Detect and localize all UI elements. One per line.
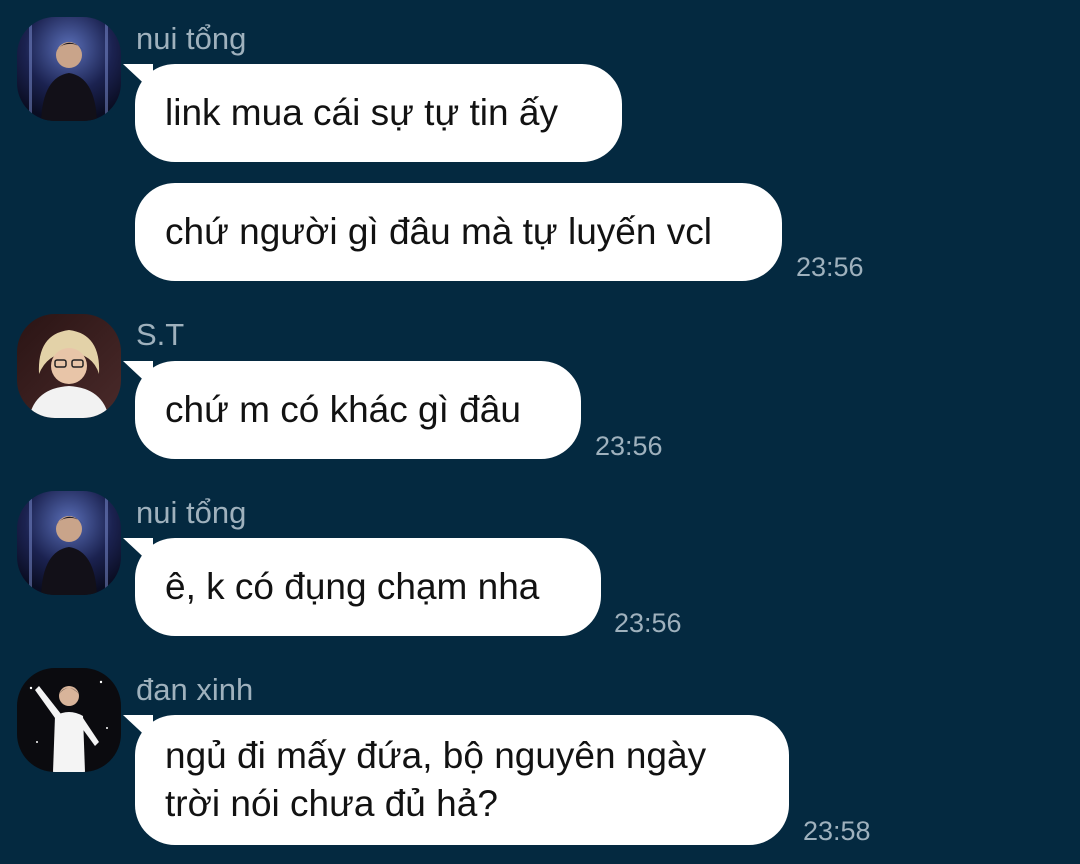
user-avatar[interactable] [17, 17, 121, 121]
message-text-line: trời nói chưa đủ hả? [165, 783, 498, 824]
message-timestamp: 23:58 [803, 816, 871, 846]
message-bubble[interactable]: ngủ đi mấy đứa, bộ nguyên ngày trời nói … [135, 715, 789, 845]
user-avatar-dark-stage-icon [17, 17, 121, 121]
message-text: ê, k có đụng chạm nha [165, 566, 540, 607]
user-avatar-white-suit-icon [17, 668, 121, 772]
message-text-line: ngủ đi mấy đứa, bộ nguyên ngày [165, 735, 707, 776]
message-bubble[interactable]: chứ m có khác gì đâu [135, 361, 581, 459]
user-avatar[interactable] [17, 314, 121, 418]
message-text: link mua cái sự tự tin ấy [165, 92, 558, 133]
message-text: chứ m có khác gì đâu [165, 389, 521, 430]
sender-name: nui tổng [136, 495, 247, 530]
sender-name: S.T [136, 317, 185, 352]
user-avatar-blond-icon [17, 314, 121, 418]
user-avatar[interactable] [17, 491, 121, 595]
sender-name: đan xinh [136, 672, 254, 707]
message-timestamp: 23:56 [796, 252, 864, 282]
user-avatar[interactable] [17, 668, 121, 772]
sender-name: nui tổng [136, 21, 247, 56]
message-bubble[interactable]: chứ người gì đâu mà tự luyến vcl [135, 183, 782, 281]
message-timestamp: 23:56 [614, 608, 682, 638]
message-bubble[interactable]: ê, k có đụng chạm nha [135, 538, 601, 636]
chat-message-list: nui tổng link mua cái sự tự tin ấy chứ n… [0, 0, 1080, 864]
message-bubble[interactable]: link mua cái sự tự tin ấy [135, 64, 622, 162]
message-text: chứ người gì đâu mà tự luyến vcl [165, 211, 712, 252]
message-timestamp: 23:56 [595, 431, 663, 461]
user-avatar-dark-stage-icon [17, 491, 121, 595]
